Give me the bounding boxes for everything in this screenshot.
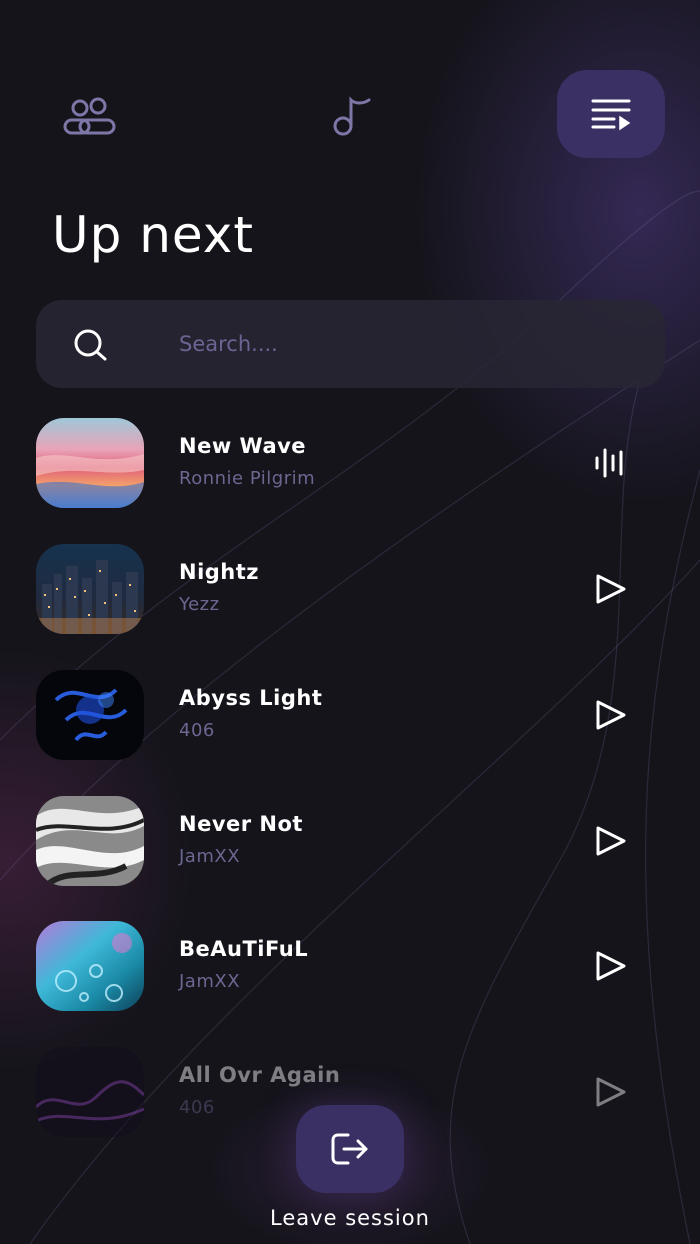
- play-button[interactable]: [588, 1069, 634, 1115]
- track-row[interactable]: New Wave Ronnie Pilgrim: [0, 418, 700, 510]
- play-button[interactable]: [588, 692, 634, 738]
- people-nav-button[interactable]: [58, 92, 120, 140]
- play-icon: [596, 826, 626, 856]
- people-icon: [63, 97, 116, 135]
- track-title: Nightz: [179, 560, 260, 584]
- track-artist: Ronnie Pilgrim: [179, 468, 316, 489]
- track-artist: JamXX: [179, 971, 241, 992]
- track-row[interactable]: Abyss Light 406: [0, 670, 700, 762]
- top-navigation: [0, 70, 700, 160]
- leave-session-button[interactable]: [296, 1105, 404, 1193]
- track-title: New Wave: [179, 434, 307, 458]
- track-artist: 406: [179, 1097, 215, 1118]
- track-title: Abyss Light: [179, 686, 323, 710]
- album-art: [36, 921, 144, 1011]
- play-button[interactable]: [588, 943, 634, 989]
- album-art: [36, 1047, 144, 1137]
- play-icon: [596, 574, 626, 604]
- album-art: [36, 796, 144, 886]
- track-row[interactable]: BeAuTiFuL JamXX: [0, 921, 700, 1013]
- search-icon[interactable]: [70, 327, 110, 363]
- track-artist: Yezz: [179, 594, 220, 615]
- track-title: Never Not: [179, 812, 303, 836]
- music-nav-button[interactable]: [325, 92, 377, 140]
- album-art: [36, 670, 144, 760]
- play-button[interactable]: [588, 566, 634, 612]
- page-title: Up next: [52, 206, 254, 264]
- queue-nav-button[interactable]: [557, 70, 665, 158]
- track-title: BeAuTiFuL: [179, 937, 309, 961]
- search-input[interactable]: [179, 326, 619, 362]
- album-art: [36, 418, 144, 508]
- play-icon: [596, 1077, 626, 1107]
- track-row[interactable]: Never Not JamXX: [0, 796, 700, 888]
- play-icon: [596, 700, 626, 730]
- play-button[interactable]: [588, 818, 634, 864]
- play-icon: [596, 951, 626, 981]
- now-playing-button[interactable]: [588, 440, 634, 486]
- track-title: All Ovr Again: [179, 1063, 341, 1087]
- music-note-icon: [333, 96, 371, 136]
- track-artist: JamXX: [179, 846, 241, 867]
- album-art: [36, 544, 144, 634]
- track-row[interactable]: Nightz Yezz: [0, 544, 700, 636]
- track-artist: 406: [179, 720, 215, 741]
- queue-icon: [591, 99, 631, 131]
- exit-icon: [331, 1133, 368, 1165]
- leave-session-label: Leave session: [270, 1206, 430, 1230]
- equalizer-icon: [595, 448, 623, 478]
